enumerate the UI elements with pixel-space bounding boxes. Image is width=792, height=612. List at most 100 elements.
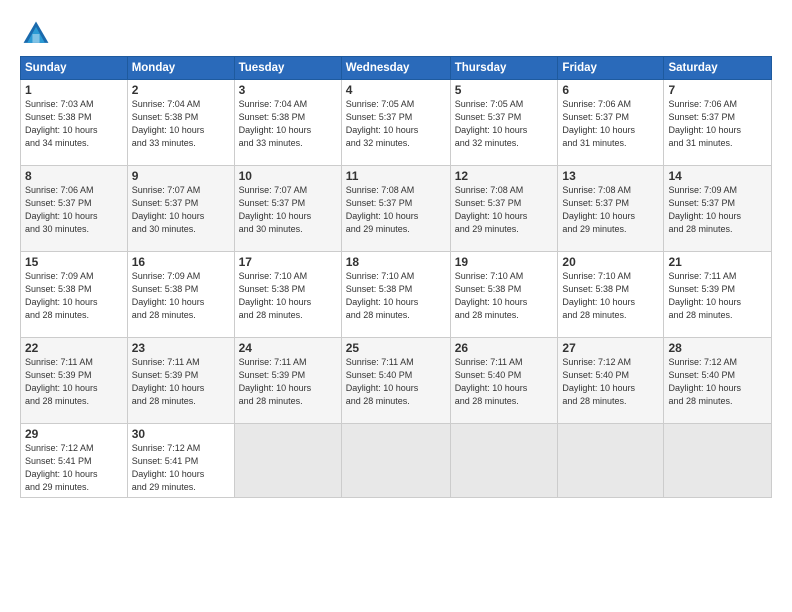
calendar-cell: 19Sunrise: 7:10 AM Sunset: 5:38 PM Dayli… [450,252,558,338]
day-info: Sunrise: 7:06 AM Sunset: 5:37 PM Dayligh… [25,184,123,236]
calendar-cell: 24Sunrise: 7:11 AM Sunset: 5:39 PM Dayli… [234,338,341,424]
calendar-cell: 1Sunrise: 7:03 AM Sunset: 5:38 PM Daylig… [21,80,128,166]
calendar-cell: 25Sunrise: 7:11 AM Sunset: 5:40 PM Dayli… [341,338,450,424]
logo-icon [20,18,52,50]
day-info: Sunrise: 7:04 AM Sunset: 5:38 PM Dayligh… [239,98,337,150]
day-info: Sunrise: 7:12 AM Sunset: 5:40 PM Dayligh… [668,356,767,408]
calendar-cell [558,424,664,498]
day-info: Sunrise: 7:06 AM Sunset: 5:37 PM Dayligh… [668,98,767,150]
calendar-header-thursday: Thursday [450,57,558,80]
day-number: 11 [346,169,446,183]
calendar-cell: 27Sunrise: 7:12 AM Sunset: 5:40 PM Dayli… [558,338,664,424]
calendar-cell: 29Sunrise: 7:12 AM Sunset: 5:41 PM Dayli… [21,424,128,498]
calendar-cell: 7Sunrise: 7:06 AM Sunset: 5:37 PM Daylig… [664,80,772,166]
calendar-header-row: SundayMondayTuesdayWednesdayThursdayFrid… [21,57,772,80]
day-number: 5 [455,83,554,97]
day-info: Sunrise: 7:09 AM Sunset: 5:38 PM Dayligh… [132,270,230,322]
day-info: Sunrise: 7:12 AM Sunset: 5:41 PM Dayligh… [132,442,230,494]
calendar-cell [234,424,341,498]
calendar-cell: 2Sunrise: 7:04 AM Sunset: 5:38 PM Daylig… [127,80,234,166]
day-number: 28 [668,341,767,355]
calendar-cell: 18Sunrise: 7:10 AM Sunset: 5:38 PM Dayli… [341,252,450,338]
day-number: 15 [25,255,123,269]
day-number: 13 [562,169,659,183]
calendar-cell: 20Sunrise: 7:10 AM Sunset: 5:38 PM Dayli… [558,252,664,338]
day-number: 3 [239,83,337,97]
calendar-table: SundayMondayTuesdayWednesdayThursdayFrid… [20,56,772,498]
day-number: 27 [562,341,659,355]
calendar-cell: 17Sunrise: 7:10 AM Sunset: 5:38 PM Dayli… [234,252,341,338]
day-number: 24 [239,341,337,355]
day-number: 20 [562,255,659,269]
day-number: 8 [25,169,123,183]
calendar-cell: 5Sunrise: 7:05 AM Sunset: 5:37 PM Daylig… [450,80,558,166]
day-number: 14 [668,169,767,183]
day-info: Sunrise: 7:11 AM Sunset: 5:39 PM Dayligh… [132,356,230,408]
header [20,18,772,50]
day-number: 29 [25,427,123,441]
day-number: 12 [455,169,554,183]
day-info: Sunrise: 7:06 AM Sunset: 5:37 PM Dayligh… [562,98,659,150]
day-number: 26 [455,341,554,355]
day-info: Sunrise: 7:11 AM Sunset: 5:39 PM Dayligh… [239,356,337,408]
day-info: Sunrise: 7:08 AM Sunset: 5:37 PM Dayligh… [455,184,554,236]
day-info: Sunrise: 7:11 AM Sunset: 5:40 PM Dayligh… [455,356,554,408]
day-number: 22 [25,341,123,355]
calendar-cell [664,424,772,498]
calendar-header-tuesday: Tuesday [234,57,341,80]
calendar-header-monday: Monday [127,57,234,80]
day-info: Sunrise: 7:05 AM Sunset: 5:37 PM Dayligh… [346,98,446,150]
day-info: Sunrise: 7:05 AM Sunset: 5:37 PM Dayligh… [455,98,554,150]
day-info: Sunrise: 7:07 AM Sunset: 5:37 PM Dayligh… [132,184,230,236]
day-info: Sunrise: 7:07 AM Sunset: 5:37 PM Dayligh… [239,184,337,236]
calendar-cell: 26Sunrise: 7:11 AM Sunset: 5:40 PM Dayli… [450,338,558,424]
calendar-cell: 8Sunrise: 7:06 AM Sunset: 5:37 PM Daylig… [21,166,128,252]
page: SundayMondayTuesdayWednesdayThursdayFrid… [0,0,792,612]
day-number: 4 [346,83,446,97]
day-info: Sunrise: 7:10 AM Sunset: 5:38 PM Dayligh… [455,270,554,322]
calendar-cell: 21Sunrise: 7:11 AM Sunset: 5:39 PM Dayli… [664,252,772,338]
day-info: Sunrise: 7:03 AM Sunset: 5:38 PM Dayligh… [25,98,123,150]
day-info: Sunrise: 7:10 AM Sunset: 5:38 PM Dayligh… [346,270,446,322]
day-info: Sunrise: 7:10 AM Sunset: 5:38 PM Dayligh… [562,270,659,322]
day-info: Sunrise: 7:11 AM Sunset: 5:39 PM Dayligh… [668,270,767,322]
day-number: 18 [346,255,446,269]
day-info: Sunrise: 7:11 AM Sunset: 5:39 PM Dayligh… [25,356,123,408]
day-number: 6 [562,83,659,97]
calendar-cell: 15Sunrise: 7:09 AM Sunset: 5:38 PM Dayli… [21,252,128,338]
day-number: 25 [346,341,446,355]
logo [20,18,56,50]
day-info: Sunrise: 7:09 AM Sunset: 5:38 PM Dayligh… [25,270,123,322]
calendar-cell: 16Sunrise: 7:09 AM Sunset: 5:38 PM Dayli… [127,252,234,338]
day-info: Sunrise: 7:12 AM Sunset: 5:40 PM Dayligh… [562,356,659,408]
day-info: Sunrise: 7:08 AM Sunset: 5:37 PM Dayligh… [346,184,446,236]
day-number: 30 [132,427,230,441]
calendar-cell: 11Sunrise: 7:08 AM Sunset: 5:37 PM Dayli… [341,166,450,252]
calendar-cell: 4Sunrise: 7:05 AM Sunset: 5:37 PM Daylig… [341,80,450,166]
calendar-header-sunday: Sunday [21,57,128,80]
calendar-cell: 22Sunrise: 7:11 AM Sunset: 5:39 PM Dayli… [21,338,128,424]
calendar-cell: 13Sunrise: 7:08 AM Sunset: 5:37 PM Dayli… [558,166,664,252]
calendar-cell: 23Sunrise: 7:11 AM Sunset: 5:39 PM Dayli… [127,338,234,424]
day-number: 19 [455,255,554,269]
calendar-cell [341,424,450,498]
day-number: 16 [132,255,230,269]
day-info: Sunrise: 7:10 AM Sunset: 5:38 PM Dayligh… [239,270,337,322]
calendar-cell: 9Sunrise: 7:07 AM Sunset: 5:37 PM Daylig… [127,166,234,252]
calendar-cell: 3Sunrise: 7:04 AM Sunset: 5:38 PM Daylig… [234,80,341,166]
day-number: 10 [239,169,337,183]
day-number: 9 [132,169,230,183]
day-number: 21 [668,255,767,269]
day-info: Sunrise: 7:12 AM Sunset: 5:41 PM Dayligh… [25,442,123,494]
calendar-header-friday: Friday [558,57,664,80]
calendar-cell [450,424,558,498]
day-info: Sunrise: 7:11 AM Sunset: 5:40 PM Dayligh… [346,356,446,408]
calendar-cell: 14Sunrise: 7:09 AM Sunset: 5:37 PM Dayli… [664,166,772,252]
calendar-cell: 6Sunrise: 7:06 AM Sunset: 5:37 PM Daylig… [558,80,664,166]
day-info: Sunrise: 7:08 AM Sunset: 5:37 PM Dayligh… [562,184,659,236]
day-number: 7 [668,83,767,97]
day-info: Sunrise: 7:04 AM Sunset: 5:38 PM Dayligh… [132,98,230,150]
day-number: 2 [132,83,230,97]
calendar-header-saturday: Saturday [664,57,772,80]
calendar-header-wednesday: Wednesday [341,57,450,80]
